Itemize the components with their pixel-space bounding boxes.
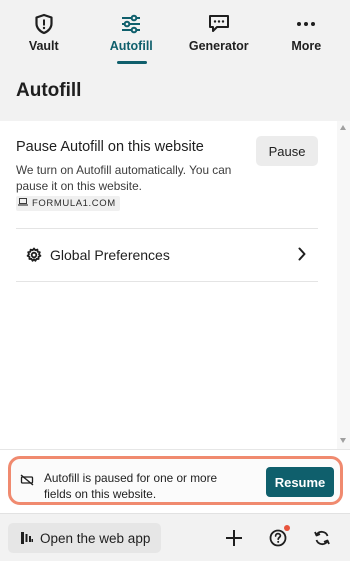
notification-dot [284,525,290,531]
tab-autofill-label: Autofill [109,39,153,53]
autofill-settings-card: Pause Autofill on this website We turn o… [0,121,337,449]
tab-generator-label: Generator [188,39,249,53]
sliders-icon [120,13,142,35]
tab-autofill[interactable]: Autofill [88,0,176,66]
global-preferences-label: Global Preferences [50,247,170,263]
autofill-paused-banner: Autofill is paused for one or more field… [8,456,343,505]
app-logo-icon [21,531,33,545]
resume-button[interactable]: Resume [266,467,334,497]
tab-vault[interactable]: Vault [0,0,88,66]
site-domain: FORMULA1.COM [32,198,116,209]
bottom-toolbar: Open the web app [0,513,350,561]
scroll-down-arrow-icon[interactable] [340,438,346,443]
pause-section-title: Pause Autofill on this website [16,139,204,155]
laptop-icon [18,198,28,209]
tab-vault-label: Vault [28,39,59,53]
tab-more[interactable]: More [263,0,350,66]
global-preferences-row[interactable]: Global Preferences [16,229,318,281]
site-chip: FORMULA1.COM [16,196,120,211]
paused-banner-area: Autofill is paused for one or more field… [0,449,350,513]
top-nav: Vault Autofill Generator More [0,0,350,66]
help-icon[interactable] [267,525,290,549]
sync-icon[interactable] [311,527,333,549]
ellipsis-icon [295,13,317,35]
divider [16,281,318,282]
active-tab-indicator [116,61,147,64]
tab-generator[interactable]: Generator [175,0,263,66]
open-web-app-button[interactable]: Open the web app [8,523,161,553]
pause-button[interactable]: Pause [256,136,318,166]
autofill-off-icon [20,473,34,491]
open-web-app-label: Open the web app [40,530,151,546]
banner-message: Autofill is paused for one or more field… [44,471,218,501]
scroll-up-arrow-icon[interactable] [340,125,346,130]
scrollbar[interactable] [337,121,350,449]
chevron-right-icon [298,247,306,266]
tab-more-label: More [291,39,322,53]
pause-section-description: We turn on Autofill automatically. You c… [16,163,232,193]
shield-alert-icon [34,13,54,35]
plus-icon[interactable] [223,527,245,549]
page-title: Autofill [16,80,82,101]
chat-dots-icon [208,13,230,35]
gear-icon [26,247,42,263]
